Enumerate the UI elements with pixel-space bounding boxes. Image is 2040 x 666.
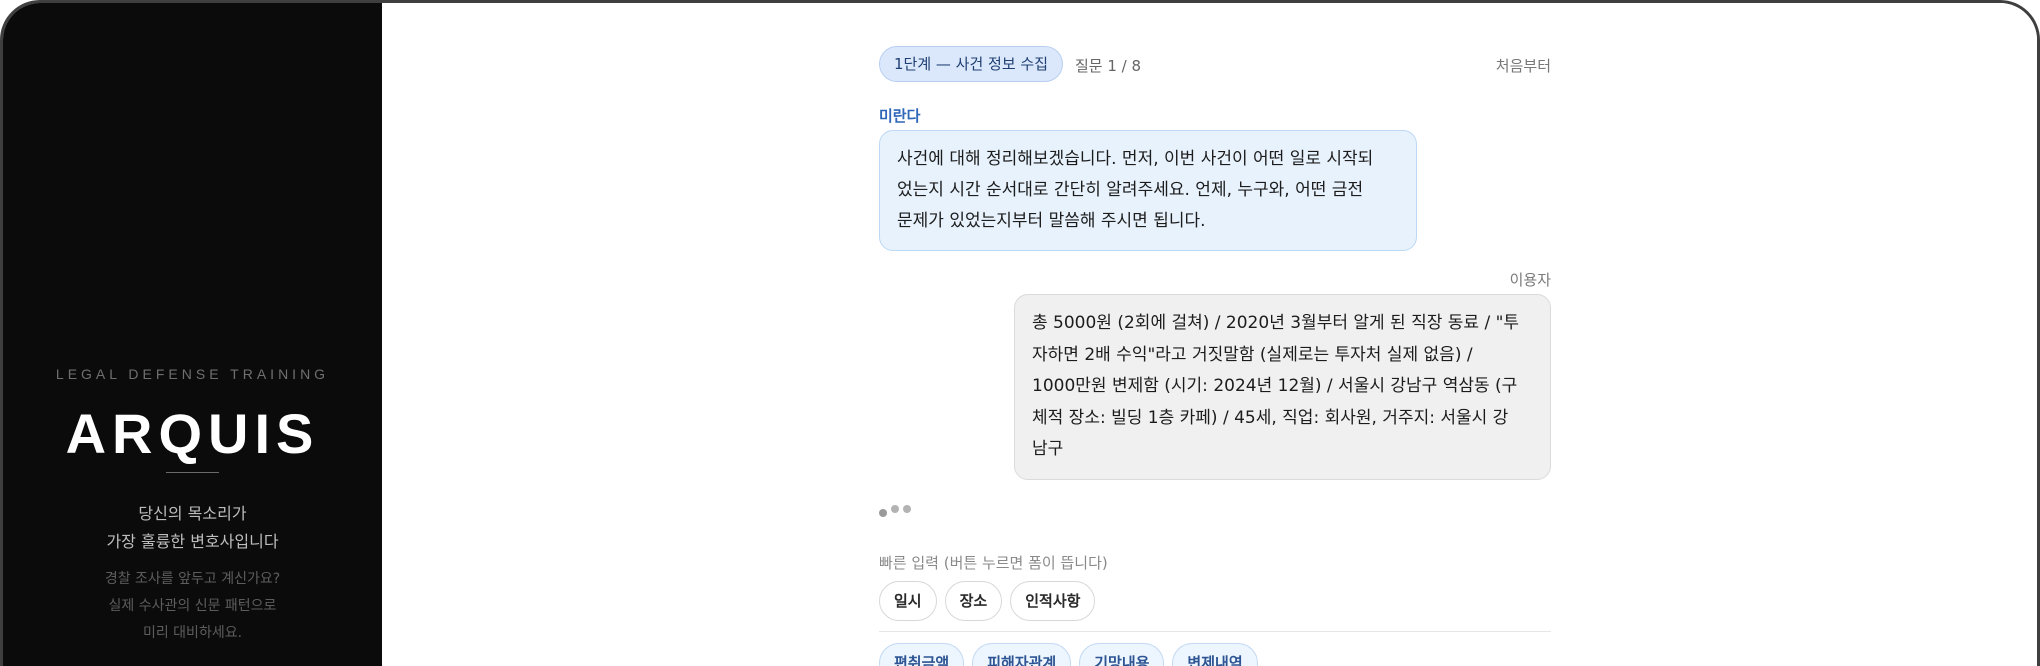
quick-chip-datetime[interactable]: 일시 xyxy=(879,581,937,621)
typing-dot xyxy=(903,505,911,513)
sidebar-kicker: LEGAL DEFENSE TRAINING xyxy=(55,366,330,382)
sidebar-subtext-line3: 미리 대비하세요. xyxy=(142,625,243,641)
typing-dot xyxy=(879,509,887,517)
sidebar-subtext-line1: 경찰 조사를 앞두고 계신가요? xyxy=(104,571,281,587)
chat-column: 1단계 — 사건 정보 수집 질문 1 / 8 처음부터 미란다 사건에 대해 … xyxy=(879,3,1551,666)
message-line: 1000만원 변제함 (시기: 2024년 12월) / 서울시 강남구 역삼동… xyxy=(1032,376,1518,396)
sidebar: LEGAL DEFENSE TRAINING ARQUIS 당신의 목소리가 가… xyxy=(3,3,382,666)
user-message-bubble: 총 5000원 (2회에 걸쳐) / 2020년 3월부터 알게 된 직장 동료… xyxy=(1014,294,1551,480)
sidebar-tagline-line1: 당신의 목소리가 xyxy=(138,504,247,523)
message-line: 남구 xyxy=(1032,439,1064,459)
brand-logo: ARQUIS xyxy=(65,402,320,465)
sidebar-tagline-line2: 가장 훌륭한 변호사입니다 xyxy=(106,532,279,551)
quick-input-group-case: 편취금액 피해자관계 기망내용 변제내역 xyxy=(879,643,1258,666)
chat-panel: 1단계 — 사건 정보 수집 질문 1 / 8 처음부터 미란다 사건에 대해 … xyxy=(382,3,2037,666)
typing-indicator xyxy=(879,504,919,518)
quick-input-title: 빠른 입력 (버튼 누르면 폼이 뜹니다) xyxy=(879,554,1108,572)
question-counter: 질문 1 / 8 xyxy=(1075,57,1142,75)
quick-chip-repayment[interactable]: 변제내역 xyxy=(1172,643,1258,666)
assistant-sender-name: 미란다 xyxy=(879,107,921,125)
message-line: 었는지 시간 순서대로 간단히 알려주세요. 언제, 누구와, 어떤 금전 xyxy=(897,180,1364,200)
message-line: 체적 장소: 빌딩 1층 카페) / 45세, 직업: 회사원, 거주지: 서울… xyxy=(1032,407,1509,428)
user-sender-name: 이용자 xyxy=(1509,271,1551,289)
restart-button[interactable]: 처음부터 xyxy=(1496,55,1551,76)
phase-badge: 1단계 — 사건 정보 수집 xyxy=(879,46,1064,82)
quick-input-group-basic: 일시 장소 인적사항 xyxy=(879,581,1096,621)
quick-chip-place[interactable]: 장소 xyxy=(944,581,1003,621)
sidebar-divider xyxy=(166,472,219,473)
quick-chip-deception[interactable]: 기망내용 xyxy=(1079,643,1165,666)
assistant-message-bubble: 사건에 대해 정리해보겠습니다. 먼저, 이번 사건이 어떤 일로 시작되 었는… xyxy=(879,130,1417,251)
quick-chip-fraud-amount[interactable]: 편취금액 xyxy=(879,643,965,666)
chat-header: 1단계 — 사건 정보 수집 질문 1 / 8 처음부터 xyxy=(879,46,1551,82)
typing-dot xyxy=(891,505,899,513)
quick-chip-victim-relation[interactable]: 피해자관계 xyxy=(972,643,1072,666)
quick-chip-personal-info[interactable]: 인적사항 xyxy=(1010,581,1096,621)
app-window: LEGAL DEFENSE TRAINING ARQUIS 당신의 목소리가 가… xyxy=(0,0,2040,666)
message-line: 문제가 있었는지부터 말씀해 주시면 됩니다. xyxy=(897,211,1206,231)
quick-input-divider xyxy=(879,631,1551,632)
message-line: 사건에 대해 정리해보겠습니다. 먼저, 이번 사건이 어떤 일로 시작되 xyxy=(897,149,1374,169)
message-line: 자하면 2배 수익"라고 거짓말함 (실제로는 투자처 실제 없음) / xyxy=(1032,344,1473,365)
message-line: 총 5000원 (2회에 걸쳐) / 2020년 3월부터 알게 된 직장 동료… xyxy=(1032,313,1520,333)
sidebar-subtext-line2: 실제 수사관의 신문 패턴으로 xyxy=(108,598,277,614)
